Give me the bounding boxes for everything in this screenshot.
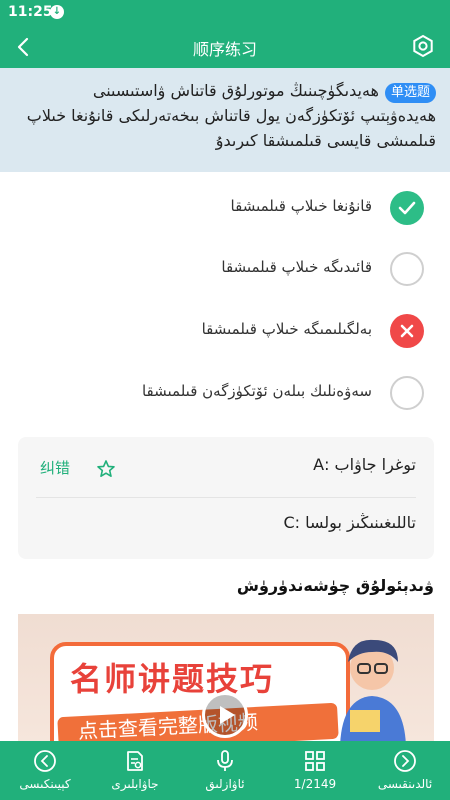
- question-panel: 单选题ھەيدىگۈچىنىڭ موتورلۇق قاتناش ۋاستىسىن…: [0, 68, 450, 172]
- microphone-icon: [217, 750, 233, 771]
- option-text: قائىدىگە خىلاپ قىلمىشقا: [221, 258, 372, 276]
- radio-empty-icon: [390, 376, 424, 410]
- teacher-illustration-icon: [340, 639, 406, 744]
- option-text: سەۋەنلىك بىلەن ئۆتكۈزگەن قىلمىشقا: [141, 382, 372, 400]
- nav-progress[interactable]: 1/2149: [270, 741, 360, 800]
- status-bar: 11:25 ↓: [0, 0, 450, 26]
- option-b[interactable]: قائىدىگە خىلاپ قىلمىشقا: [0, 247, 450, 307]
- divider: [36, 497, 416, 498]
- video-explanation-title: ۋىدېئولۇق چۈشەندۈرۈش: [236, 576, 434, 595]
- radio-empty-icon: [390, 252, 424, 286]
- chevron-left-circle-icon: [34, 750, 56, 772]
- play-icon[interactable]: [202, 692, 248, 738]
- answer-doc-icon: [127, 751, 143, 771]
- answer-card: 纠错 توغرا جاۋاب :A تاللىغىنىڭىز بولسا :C: [18, 437, 434, 559]
- nav-next[interactable]: كېيىنكىسى: [0, 741, 90, 800]
- nav-label: كېيىنكىسى: [19, 777, 71, 791]
- video-thumbnail[interactable]: 名师讲题技巧 点击查看完整版视频: [18, 614, 434, 744]
- chevron-right-circle-icon: [394, 750, 416, 772]
- wrong-cross-icon: [390, 314, 424, 348]
- app-bar: 顺序练习: [0, 26, 450, 68]
- option-text: قانۇنغا خىلاپ قىلمىشقا: [230, 197, 372, 215]
- page-title: 顺序练习: [192, 40, 257, 59]
- correct-check-icon: [390, 191, 424, 225]
- nav-label: ئاۋازلىق: [205, 777, 245, 791]
- grid-icon: [305, 751, 325, 771]
- nav-label: ئالدىنقىسى: [377, 777, 433, 791]
- favorite-star-icon[interactable]: [96, 459, 116, 479]
- option-a[interactable]: قانۇنغا خىلاپ قىلمىشقا: [0, 186, 450, 246]
- bottom-nav: كېيىنكىسى جاۋابلىرى ئاۋازلىق 1/2149 ئالد…: [0, 741, 450, 800]
- video-headline: 名师讲题技巧: [70, 660, 275, 698]
- download-icon: ↓: [50, 5, 64, 19]
- report-error-button[interactable]: 纠错: [40, 457, 70, 478]
- progress-counter: 1/2149: [293, 777, 337, 791]
- question-text: ھەيدىگۈچىنىڭ موتورلۇق قاتناش ۋاستىسىنى ھ…: [26, 81, 436, 150]
- nav-label: جاۋابلىرى: [111, 777, 159, 791]
- option-d[interactable]: سەۋەنلىك بىلەن ئۆتكۈزگەن قىلمىشقا: [0, 371, 450, 431]
- option-text: بەلگىلىمىگە خىلاپ قىلمىشقا: [201, 320, 372, 338]
- status-time: 11:25: [8, 4, 53, 20]
- nav-answers[interactable]: جاۋابلىرى: [90, 741, 180, 800]
- nav-audio[interactable]: ئاۋازلىق: [180, 741, 270, 800]
- correct-answer-label: توغرا جاۋاب :A: [313, 455, 416, 474]
- your-answer-label: تاللىغىنىڭىز بولسا :C: [283, 513, 417, 532]
- nav-previous[interactable]: ئالدىنقىسى: [360, 741, 450, 800]
- settings-icon[interactable]: [410, 33, 436, 59]
- question-type-badge: 单选题: [384, 83, 436, 103]
- option-c[interactable]: بەلگىلىمىگە خىلاپ قىلمىشقا: [0, 309, 450, 369]
